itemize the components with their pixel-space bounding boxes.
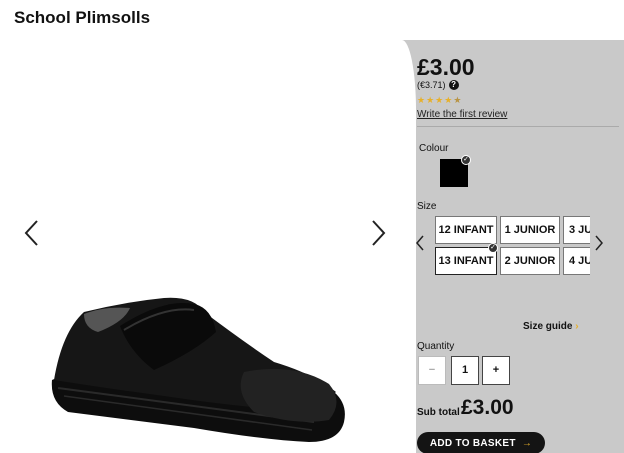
chevron-right-icon bbox=[366, 216, 390, 250]
size-label: Size bbox=[417, 201, 437, 212]
size-next-button[interactable] bbox=[593, 233, 605, 258]
size-option[interactable]: 12 INFANT bbox=[435, 216, 497, 244]
subtotal-label: Sub total bbox=[417, 407, 460, 418]
product-image bbox=[44, 292, 354, 447]
previous-image-button[interactable] bbox=[20, 216, 44, 250]
quantity-increase-button[interactable]: + bbox=[482, 356, 510, 385]
arrow-right-icon: → bbox=[521, 437, 533, 449]
add-to-basket-label: ADD TO BASKET bbox=[429, 437, 516, 449]
quantity-input[interactable]: 1 bbox=[451, 356, 479, 385]
check-icon: ✓ bbox=[461, 155, 471, 165]
price-eur: (€3.71) bbox=[417, 80, 446, 90]
product-price: £3.00 bbox=[417, 54, 475, 80]
star-icon: ★ bbox=[444, 95, 453, 105]
chevron-right-icon bbox=[593, 235, 605, 257]
write-review-link[interactable]: Write the first review bbox=[417, 109, 507, 120]
size-option[interactable]: 2 JUNIOR bbox=[500, 247, 560, 275]
price-eur-row: (€3.71) ? bbox=[417, 80, 459, 90]
size-guide-link[interactable]: Size guide › bbox=[523, 321, 579, 332]
page-title: School Plimsolls bbox=[14, 8, 151, 27]
help-icon[interactable]: ? bbox=[448, 80, 459, 90]
star-icon: ★ bbox=[426, 95, 435, 105]
size-options: 12 INFANT 1 JUNIOR 3 JU 13 INFANT 2 JUNI… bbox=[432, 215, 590, 277]
add-to-basket-button[interactable]: ADD TO BASKET → bbox=[417, 432, 545, 453]
next-image-button[interactable] bbox=[366, 216, 390, 250]
subtotal-value: £3.00 bbox=[461, 396, 514, 419]
size-option-selected[interactable]: 13 INFANT bbox=[435, 247, 497, 275]
divider bbox=[417, 126, 619, 127]
star-icon: ★ bbox=[417, 95, 426, 105]
quantity-label: Quantity bbox=[417, 341, 455, 352]
quantity-decrease-button[interactable]: − bbox=[418, 356, 446, 385]
rating-stars: ★ ★ ★ ★ ★ bbox=[417, 95, 461, 105]
size-guide-label: Size guide bbox=[523, 321, 573, 332]
arrow-right-icon: › bbox=[575, 321, 579, 332]
check-icon: ✓ bbox=[488, 243, 498, 253]
star-icon: ★ bbox=[435, 95, 444, 105]
size-previous-button[interactable] bbox=[414, 233, 426, 258]
size-option[interactable]: 3 JU bbox=[563, 216, 590, 244]
product-gallery bbox=[0, 40, 402, 453]
chevron-left-icon bbox=[20, 216, 44, 250]
size-option[interactable]: 1 JUNIOR bbox=[500, 216, 560, 244]
colour-label: Colour bbox=[419, 143, 449, 154]
size-option[interactable]: 4 JU bbox=[563, 247, 590, 275]
chevron-left-icon bbox=[414, 235, 426, 257]
half-star-icon: ★ bbox=[453, 95, 462, 105]
